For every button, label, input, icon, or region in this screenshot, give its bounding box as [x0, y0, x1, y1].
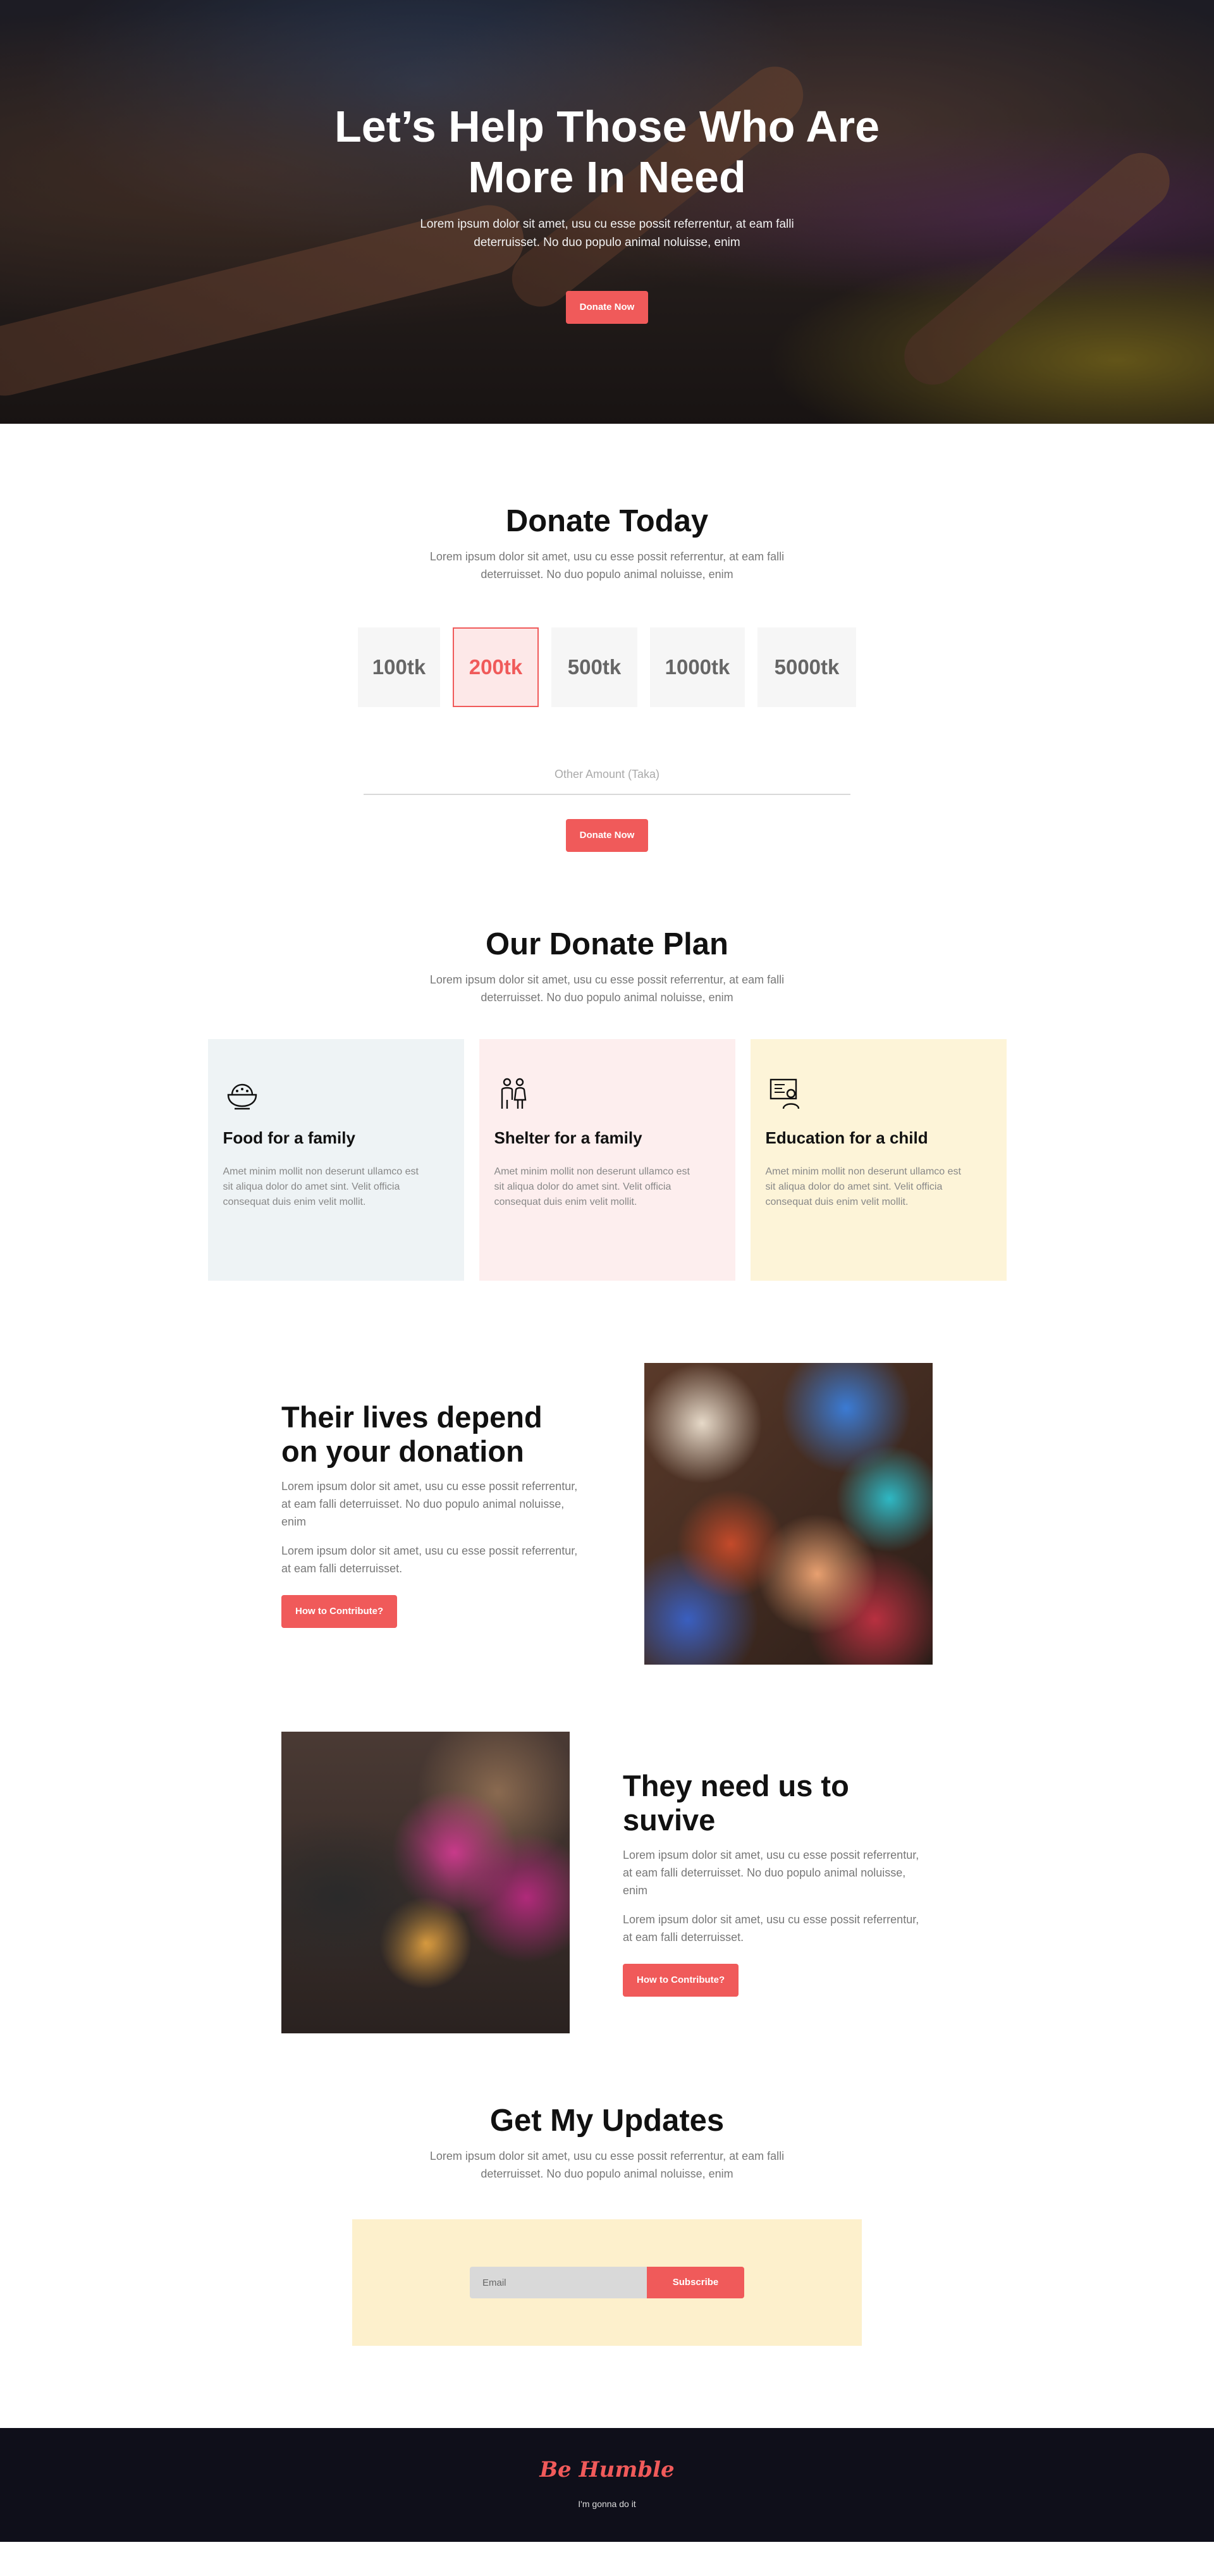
- amount-option[interactable]: 100tk: [358, 627, 440, 707]
- lives-depend-paragraph: Lorem ipsum dolor sit amet, usu cu esse …: [281, 1544, 578, 1575]
- footer: Be Humble I'm gonna do it: [0, 2428, 1214, 2542]
- how-to-contribute-button[interactable]: How to Contribute?: [623, 1963, 739, 1997]
- donate-plan-title: Our Donate Plan: [486, 927, 728, 961]
- market-photo: [281, 1732, 570, 2033]
- amount-option[interactable]: 500tk: [551, 627, 637, 707]
- lives-depend-title: Their lives depend on your donation: [281, 1400, 543, 1468]
- need-us-paragraph: Lorem ipsum dolor sit amet, usu cu esse …: [623, 1913, 919, 1944]
- food-bowl-icon: [227, 1083, 257, 1110]
- need-us-section: They need us to suvive Lorem ipsum dolor…: [281, 1732, 933, 2033]
- how-to-contribute-button[interactable]: How to Contribute?: [281, 1594, 398, 1628]
- other-amount-wrapper: [364, 763, 850, 795]
- donate-plan-subtitle: Lorem ipsum dolor sit amet, usu cu esse …: [429, 973, 785, 1004]
- footer-tagline: I'm gonna do it: [578, 2499, 636, 2509]
- plan-card-title: Education for a child: [765, 1128, 928, 1147]
- plan-card-food: Food for a family Amet minim mollit non …: [207, 1039, 464, 1281]
- lives-depend-paragraph: Lorem ipsum dolor sit amet, usu cu esse …: [281, 1479, 578, 1528]
- updates-section: Get My Updates Lorem ipsum dolor sit ame…: [0, 2033, 1214, 2346]
- amount-option[interactable]: 1000tk: [650, 627, 745, 707]
- donate-today-subtitle: Lorem ipsum dolor sit amet, usu cu esse …: [429, 550, 785, 581]
- plan-card-text: Amet minim mollit non deserunt ullamco e…: [494, 1166, 690, 1207]
- education-icon: [769, 1078, 799, 1109]
- donate-today-section: Donate Today Lorem ipsum dolor sit amet,…: [0, 424, 1214, 852]
- family-icon: [501, 1078, 526, 1109]
- donate-today-title: Donate Today: [505, 504, 709, 538]
- subscribe-box: Subscribe: [352, 2219, 862, 2346]
- need-us-title: They need us to suvive: [623, 1768, 849, 1837]
- hero-section: Let’s Help Those Who Are More In Need Lo…: [0, 0, 1214, 424]
- plan-card-text: Amet minim mollit non deserunt ullamco e…: [223, 1166, 419, 1207]
- plan-card-title: Shelter for a family: [494, 1128, 642, 1147]
- crowd-photo: [644, 1363, 933, 1665]
- donate-now-button[interactable]: Donate Now: [565, 819, 649, 852]
- hero-content: Let’s Help Those Who Are More In Need Lo…: [0, 101, 1214, 324]
- plan-card-title: Food for a family: [223, 1128, 355, 1147]
- donate-button-wrapper: Donate Now: [0, 819, 1214, 852]
- updates-title: Get My Updates: [489, 2104, 725, 2138]
- plan-card-shelter: Shelter for a family Amet minim mollit n…: [479, 1039, 735, 1281]
- need-us-paragraph: Lorem ipsum dolor sit amet, usu cu esse …: [623, 1848, 919, 1897]
- plan-card-education: Education for a child Amet minim mollit …: [750, 1039, 1007, 1281]
- need-us-text: They need us to suvive Lorem ipsum dolor…: [623, 1769, 926, 1997]
- plan-card-text: Amet minim mollit non deserunt ullamco e…: [765, 1166, 961, 1207]
- updates-subtitle: Lorem ipsum dolor sit amet, usu cu esse …: [429, 2150, 785, 2180]
- hero-subtitle: Lorem ipsum dolor sit amet, usu cu esse …: [420, 218, 794, 249]
- lives-depend-section: Their lives depend on your donation Lore…: [281, 1363, 933, 1665]
- plan-cards: Food for a family Amet minim mollit non …: [0, 1039, 1214, 1281]
- subscribe-button[interactable]: Subscribe: [647, 2267, 744, 2298]
- footer-brand-logo[interactable]: Be Humble: [0, 2457, 1214, 2482]
- hero-title: Let’s Help Those Who Are More In Need: [334, 102, 880, 202]
- amount-option[interactable]: 5000tk: [757, 627, 856, 707]
- hero-donate-button[interactable]: Donate Now: [565, 291, 649, 324]
- donate-plan-section: Our Donate Plan Lorem ipsum dolor sit am…: [0, 852, 1214, 1281]
- subscribe-form: Subscribe: [470, 2267, 744, 2298]
- other-amount-input[interactable]: [364, 763, 850, 795]
- lives-depend-text: Their lives depend on your donation Lore…: [281, 1400, 585, 1628]
- email-field[interactable]: [470, 2267, 647, 2298]
- amount-options: 100tk 200tk 500tk 1000tk 5000tk: [0, 627, 1214, 707]
- amount-option-selected[interactable]: 200tk: [453, 627, 539, 707]
